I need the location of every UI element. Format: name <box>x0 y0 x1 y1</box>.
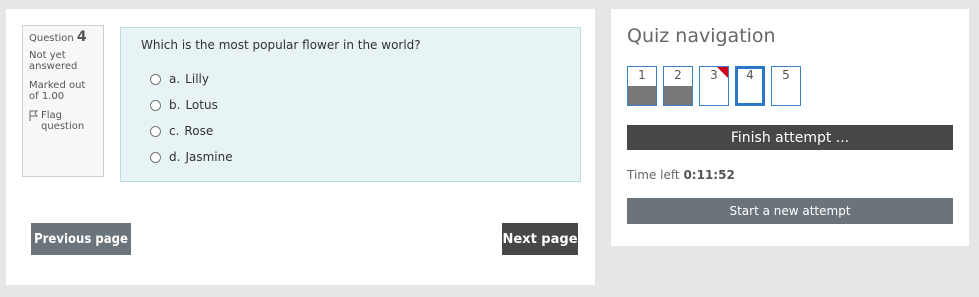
flagged-corner-icon <box>717 67 728 78</box>
question-status: Not yet answered <box>29 50 78 72</box>
radio-button[interactable] <box>150 73 161 85</box>
nav-question-number: 5 <box>782 68 790 82</box>
nav-question-3[interactable]: 3 <box>699 66 729 106</box>
nav-question-5[interactable]: 5 <box>771 66 801 106</box>
nav-question-number: 1 <box>638 68 646 82</box>
nav-question-number: 2 <box>674 68 682 82</box>
quiz-navigation-panel: Quiz navigation 1 2 3 4 5 Finish attempt… <box>611 9 969 246</box>
answer-text: Lilly <box>185 72 209 86</box>
nav-question-1[interactable]: 1 <box>627 66 657 106</box>
question-panel: Question 4 Not yet answered Marked out o… <box>6 9 595 285</box>
quiz-navigation-title: Quiz navigation <box>627 25 776 47</box>
nav-question-2[interactable]: 2 <box>663 66 693 106</box>
question-number: Question 4 <box>29 29 97 45</box>
answered-indicator <box>628 86 656 105</box>
radio-button[interactable] <box>150 125 161 137</box>
answer-option-d[interactable]: d. Jasmine <box>141 144 580 170</box>
answer-letter: a. <box>169 72 181 86</box>
answer-text: Jasmine <box>185 150 233 164</box>
nav-question-4[interactable]: 4 <box>735 66 765 106</box>
flag-icon <box>29 110 38 121</box>
nav-question-number: 4 <box>746 68 754 82</box>
radio-button[interactable] <box>150 99 161 111</box>
answer-option-a[interactable]: a. Lilly <box>141 66 580 92</box>
question-label: Question <box>29 33 74 44</box>
finish-attempt-button[interactable]: Finish attempt ... <box>627 125 953 150</box>
answered-indicator <box>664 86 692 105</box>
question-nav-buttons: 1 2 3 4 5 <box>627 66 807 106</box>
question-marks: Marked out of 1.00 <box>29 80 86 102</box>
answer-text: Lotus <box>185 98 218 112</box>
flag-question-link[interactable]: Flag question <box>29 110 97 132</box>
time-left-label: Time left <box>627 168 680 182</box>
answer-letter: b. <box>169 98 181 112</box>
question-number-value: 4 <box>76 29 87 45</box>
question-text: Which is the most popular flower in the … <box>141 38 421 52</box>
previous-page-button[interactable]: Previous page <box>31 223 131 255</box>
answer-letter: c. <box>169 124 180 138</box>
start-new-attempt-button[interactable]: Start a new attempt <box>627 198 953 224</box>
radio-button[interactable] <box>150 151 161 163</box>
flag-question-label: Flag question <box>41 110 85 132</box>
question-info-box: Question 4 Not yet answered Marked out o… <box>22 25 104 177</box>
answer-option-c[interactable]: c. Rose <box>141 118 580 144</box>
answer-letter: d. <box>169 150 181 164</box>
next-page-button[interactable]: Next page <box>502 223 578 255</box>
answer-text: Rose <box>184 124 214 138</box>
answer-option-b[interactable]: b. Lotus <box>141 92 580 118</box>
time-left-value: 0:11:52 <box>683 168 735 182</box>
time-left: Time left 0:11:52 <box>627 168 735 182</box>
question-content: Which is the most popular flower in the … <box>120 27 581 182</box>
